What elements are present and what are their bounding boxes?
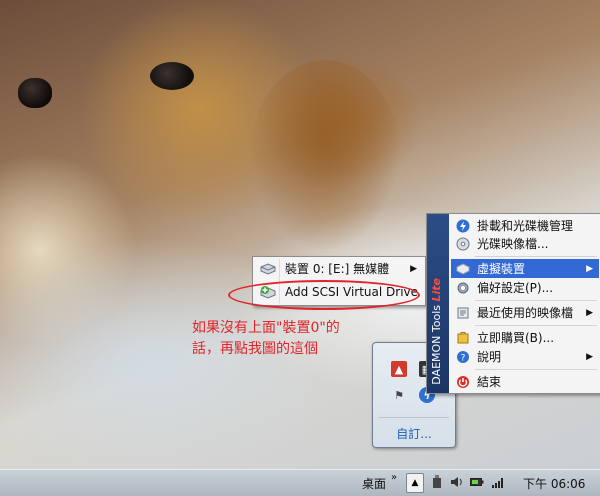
menu-item-help[interactable]: ? 說明 ▶ bbox=[451, 347, 599, 366]
recent-images-icon bbox=[455, 306, 471, 320]
show-hidden-icons-button[interactable]: ▲ bbox=[406, 473, 424, 493]
wallpaper-dog-ear bbox=[250, 60, 400, 250]
menu-item-disc-images[interactable]: 光碟映像檔... bbox=[451, 234, 599, 253]
submenu-arrow-icon: ▶ bbox=[586, 307, 593, 318]
buy-icon bbox=[455, 331, 471, 345]
wallpaper-dog-eye bbox=[150, 62, 194, 90]
menu-item-label: 裝置 0: [E:] 無媒體 bbox=[285, 262, 390, 276]
menu-item-exit[interactable]: 結束 bbox=[451, 372, 599, 391]
annotation-ellipse bbox=[228, 280, 420, 310]
usb-device-icon[interactable] bbox=[430, 475, 444, 489]
drive-icon bbox=[259, 262, 277, 276]
clock-time[interactable]: 下午 06:06 bbox=[523, 475, 585, 492]
battery-icon[interactable] bbox=[470, 475, 484, 489]
daemon-tools-brand: DAEMON Tools Lite bbox=[430, 278, 443, 385]
menu-item-preferences[interactable]: 偏好設定(P)... bbox=[451, 278, 599, 297]
customize-link[interactable]: 自訂... bbox=[373, 425, 455, 442]
network-signal-icon[interactable] bbox=[491, 475, 505, 489]
submenu-arrow-icon: ▶ bbox=[410, 263, 417, 274]
exit-icon bbox=[455, 375, 471, 389]
menu-item-virtual-devices[interactable]: 虛擬裝置 ▶ bbox=[451, 259, 599, 278]
menu-item-device-0[interactable]: 裝置 0: [E:] 無媒體 ▶ bbox=[255, 258, 423, 279]
submenu-arrow-icon: ▶ bbox=[586, 351, 593, 362]
red-app-icon[interactable]: ▲ bbox=[391, 361, 407, 377]
menu-item-mount-manager[interactable]: 掛載和光碟機管理 bbox=[451, 216, 599, 235]
taskbar: 桌面 » ▲ 下午 06:06 bbox=[0, 469, 600, 496]
daemon-bolt-icon bbox=[455, 219, 471, 233]
daemon-tools-menu: DAEMON Tools Lite 掛載和光碟機管理 光碟映像檔... 虛擬裝置… bbox=[426, 213, 600, 394]
speaker-icon[interactable] bbox=[450, 475, 464, 489]
preferences-icon bbox=[455, 281, 471, 295]
desktop-toolbar-label[interactable]: 桌面 bbox=[362, 475, 386, 492]
annotation-text: 如果沒有上面"裝置0"的話，再點我圖的這個 bbox=[192, 320, 340, 357]
wallpaper-dog-nose bbox=[18, 78, 52, 108]
menu-item-recent-images[interactable]: 最近使用的映像檔 ▶ bbox=[451, 303, 599, 322]
daemon-tools-brand-strip: DAEMON Tools Lite bbox=[427, 214, 449, 393]
svg-text:?: ? bbox=[461, 353, 466, 363]
virtual-drive-icon bbox=[455, 262, 471, 276]
submenu-arrow-icon: ▶ bbox=[586, 263, 593, 274]
help-icon: ? bbox=[455, 350, 471, 364]
menu-item-buy-now[interactable]: 立即購買(B)... bbox=[451, 328, 599, 347]
disc-image-icon bbox=[455, 237, 471, 251]
toolbar-expand-icon[interactable]: » bbox=[391, 472, 397, 483]
flag-icon[interactable]: ⚑ bbox=[391, 387, 407, 403]
